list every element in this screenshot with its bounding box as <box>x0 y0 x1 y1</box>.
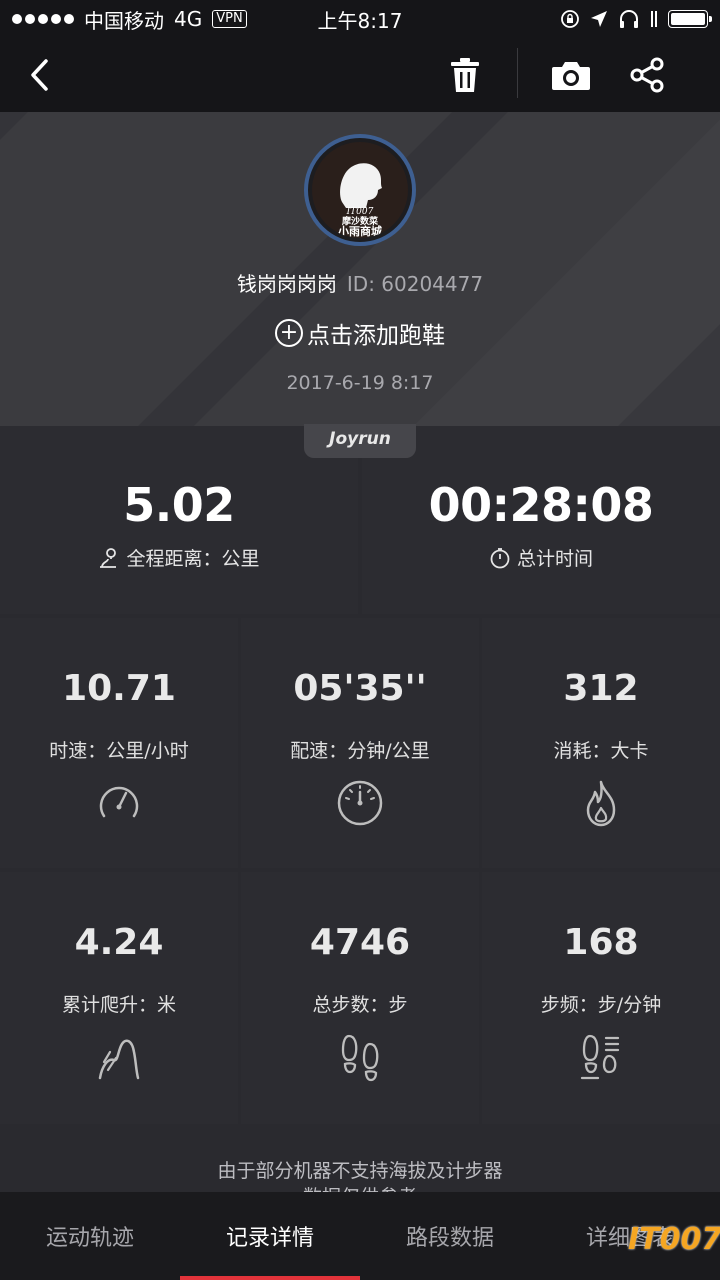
cadence-icon <box>580 1034 620 1080</box>
watermark-logo: IT007 <box>628 1222 720 1257</box>
distance-value: 5.02 <box>123 478 235 532</box>
flame-icon <box>586 780 616 827</box>
rotation-lock-icon <box>561 10 579 28</box>
calories-label: 消耗：大卡 <box>553 740 649 762</box>
user-id: ID: 60204477 <box>346 272 484 296</box>
cadence-value: 168 <box>563 922 639 963</box>
trash-icon <box>451 58 479 92</box>
stat-card-calories: 312 消耗：大卡 <box>482 618 720 868</box>
username: 钱岗岗岗岗 <box>236 272 337 296</box>
network-type: 4G <box>174 7 203 31</box>
joyrun-brand-tab: Joyrun <box>304 424 416 458</box>
stat-card-steps: 4746 总步数：步 <box>241 872 479 1124</box>
tab-segment-data[interactable]: 路段数据 <box>360 1192 540 1280</box>
time-card: 00:28:08 总计时间 <box>362 426 720 614</box>
headphones-icon <box>620 10 638 28</box>
time-value: 00:28:08 <box>428 478 654 532</box>
signal-strength-icon <box>12 14 74 24</box>
avatar[interactable]: IT007 摩沙数菜 小雨商城 <box>304 134 416 246</box>
add-shoe-button[interactable]: + 点击添加跑鞋 <box>0 316 720 350</box>
nav-bar <box>0 38 720 112</box>
delete-button[interactable] <box>440 38 490 112</box>
svg-text:小雨商城: 小雨商城 <box>337 224 382 238</box>
share-icon <box>630 57 664 93</box>
time-label-row: 总计时间 <box>362 544 720 571</box>
camera-button[interactable] <box>545 38 597 112</box>
distance-label-row: 全程距离：公里 <box>0 544 358 571</box>
profile-header: IT007 摩沙数菜 小雨商城 钱岗岗岗岗 ID: 60204477 + 点击添加… <box>0 112 720 426</box>
camera-icon <box>552 62 590 90</box>
pace-label: 配速：分钟/公里 <box>290 740 430 762</box>
speed-value: 10.71 <box>62 668 176 709</box>
add-shoe-label: 点击添加跑鞋 <box>307 323 445 349</box>
user-info: 钱岗岗岗岗 ID: 60204477 <box>0 268 720 297</box>
profile-silhouette-icon: IT007 摩沙数菜 小雨商城 <box>337 163 382 238</box>
cadence-label: 步频：步/分钟 <box>540 994 662 1016</box>
plus-circle-icon: + <box>275 319 303 347</box>
climb-value: 4.24 <box>74 922 164 963</box>
tab-record-detail[interactable]: 记录详情 <box>180 1192 360 1280</box>
speedometer-icon <box>99 786 139 818</box>
climb-label: 累计爬升：米 <box>61 994 176 1016</box>
battery-icon <box>668 10 712 28</box>
stat-card-climb: 4.24 累计爬升：米 <box>0 872 238 1124</box>
pace-gauge-icon <box>337 780 383 826</box>
distance-card: 5.02 全程距离：公里 <box>0 426 358 614</box>
share-button[interactable] <box>624 38 670 112</box>
footprints-icon <box>341 1034 379 1082</box>
avatar-image: IT007 摩沙数菜 小雨商城 <box>312 142 408 238</box>
stat-card-cadence: 168 步频：步/分钟 <box>482 872 720 1124</box>
route-pin-icon <box>100 547 117 568</box>
run-date: 2017-6-19 8:17 <box>286 372 434 394</box>
svg-text:IT007: IT007 <box>346 207 374 217</box>
back-button[interactable] <box>14 38 64 112</box>
location-icon <box>591 11 607 27</box>
time-label: 总计时间 <box>516 548 593 570</box>
speed-label: 时速：公里/小时 <box>49 740 189 762</box>
stat-card-pace: 05'35'' 配速：分钟/公里 <box>241 618 479 868</box>
disclaimer-line-1: 由于部分机器不支持海拔及计步器 <box>217 1160 503 1182</box>
stat-card-speed: 10.71 时速：公里/小时 <box>0 618 238 868</box>
tab-track[interactable]: 运动轨迹 <box>0 1192 180 1280</box>
nav-divider <box>517 48 518 98</box>
back-arrow-icon <box>31 59 48 91</box>
climb-icon <box>98 1039 140 1080</box>
status-bar: 中国移动 4G VPN 上午8:17 <box>0 0 720 38</box>
distance-label: 全程距离：公里 <box>126 548 260 570</box>
vpn-badge: VPN <box>212 10 247 28</box>
steps-label: 总步数：步 <box>312 994 408 1016</box>
steps-value: 4746 <box>309 922 411 963</box>
pace-value: 05'35'' <box>293 668 427 709</box>
bottom-tab-bar: 运动轨迹 记录详情 路段数据 详细图表 <box>0 1192 720 1280</box>
alarm-icon <box>651 11 657 27</box>
calories-value: 312 <box>563 668 639 709</box>
stopwatch-icon <box>490 547 510 568</box>
carrier-name: 中国移动 <box>84 8 164 33</box>
